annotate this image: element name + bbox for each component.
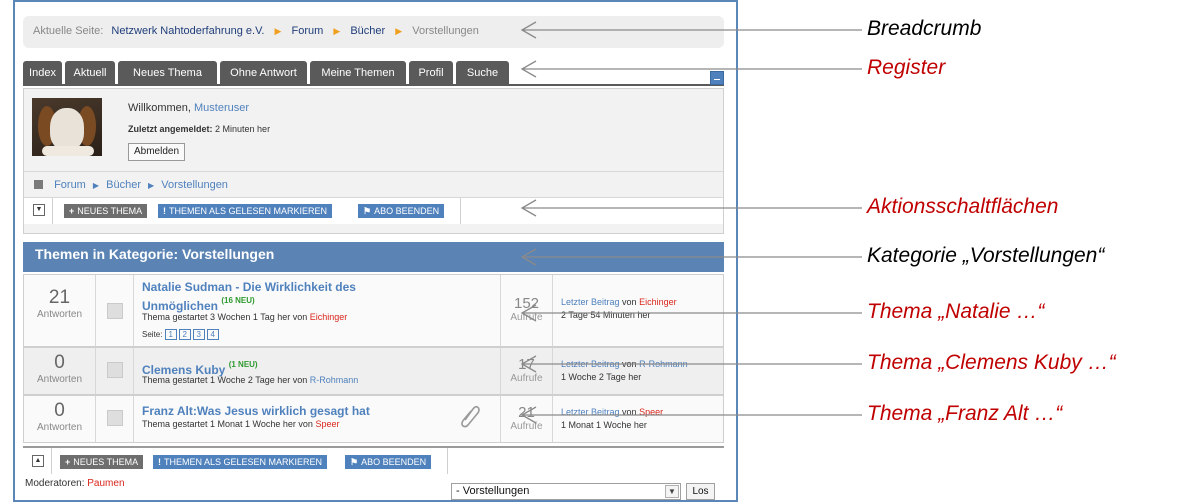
annotation-breadcrumb: Breadcrumb	[867, 17, 982, 40]
annotation-topic-3: Thema „Franz Alt …“	[867, 402, 1063, 425]
annotation-actions: Aktionsschaltflächen	[867, 195, 1059, 218]
annotation-topic-1: Thema „Natalie …“	[867, 300, 1045, 323]
annotated-screenshot: Aktuelle Seite: Netzwerk Nahtoderfahrung…	[0, 0, 1184, 502]
annotation-topic-2: Thema „Clemens Kuby …“	[867, 351, 1116, 374]
annotation-register: Register	[867, 56, 946, 79]
annotation-category: Kategorie „Vorstellungen“	[867, 244, 1105, 267]
